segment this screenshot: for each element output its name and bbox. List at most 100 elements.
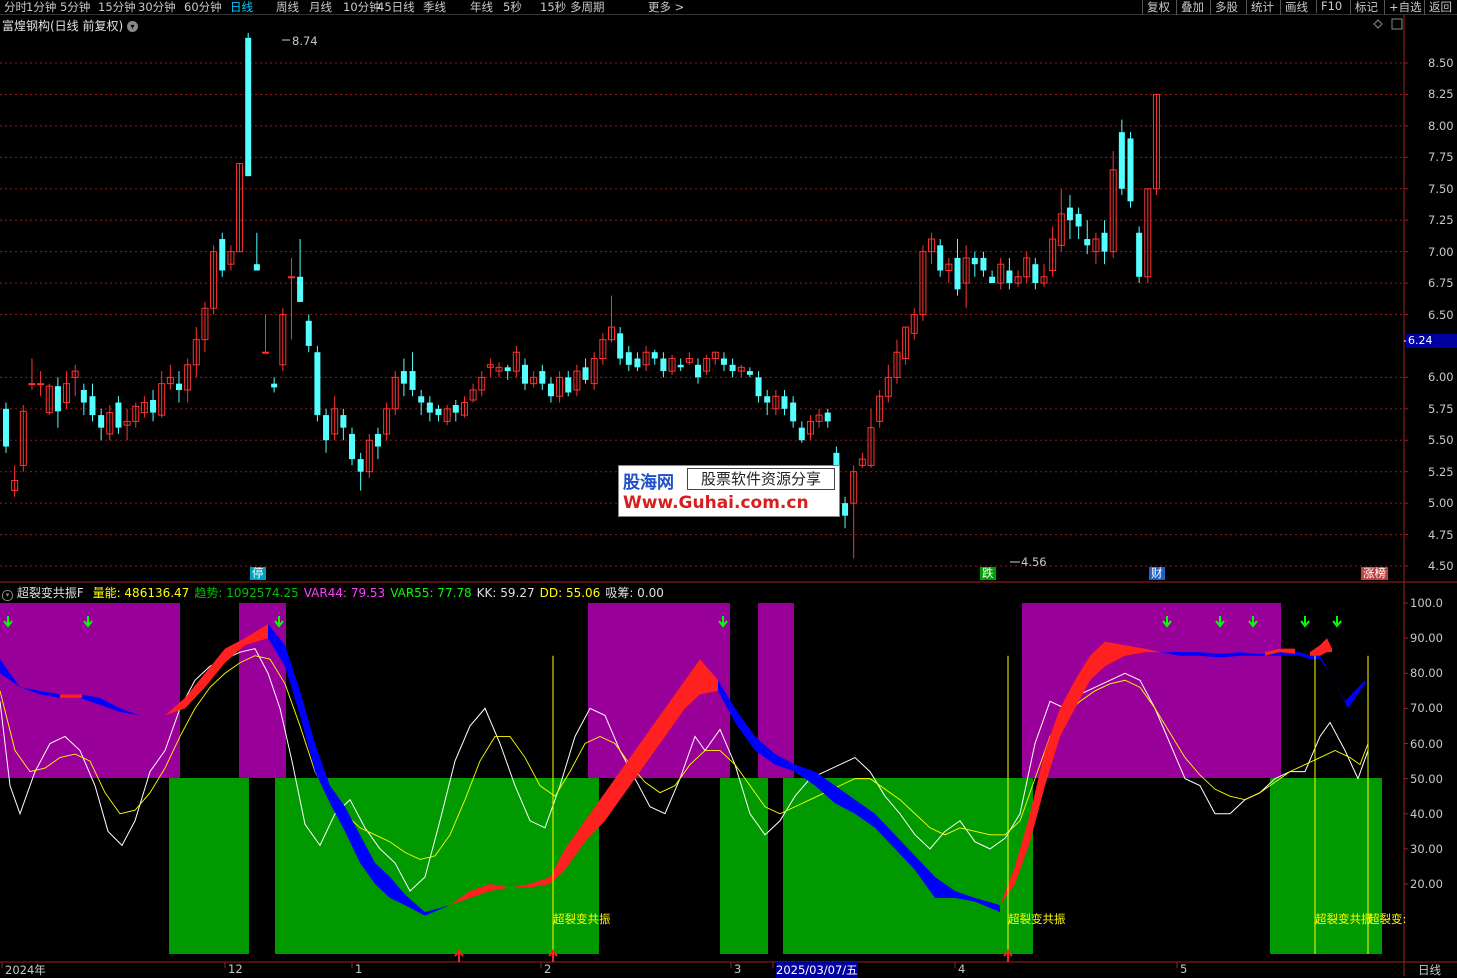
candle-body-down xyxy=(305,320,312,346)
candle-body-down xyxy=(340,415,347,428)
price-axis-label: 8.25 xyxy=(1428,87,1454,102)
indicator-axis-label: 30.00 xyxy=(1410,841,1443,856)
candle-body-down xyxy=(54,386,61,412)
candle-body-down xyxy=(729,364,736,372)
indicator-value-4: KK: 59.27 xyxy=(476,586,535,600)
indicator-axis-label: 100.0 xyxy=(1410,596,1443,610)
candle-body-down xyxy=(746,371,753,375)
candle-body-down xyxy=(271,383,278,388)
price-axis-label: 5.00 xyxy=(1428,496,1454,511)
candle-body-down xyxy=(677,364,684,368)
buy-arrow-down-icon xyxy=(1300,616,1310,628)
green-zone xyxy=(783,778,1033,954)
candle-body-down xyxy=(1075,213,1082,227)
candle-body-down xyxy=(409,371,416,390)
candle-body-down xyxy=(374,433,381,447)
event-badge: 跌 xyxy=(980,566,996,580)
candle-body-down xyxy=(522,364,528,384)
price-axis-label: 7.50 xyxy=(1428,181,1454,196)
signal-label: 超裂变共振 xyxy=(1008,912,1066,926)
candle-body-down xyxy=(1101,232,1108,252)
candle-body-down xyxy=(400,371,407,384)
candle-body-down xyxy=(539,371,546,384)
green-zone xyxy=(1270,778,1382,954)
signal-label: 超裂变: xyxy=(1368,912,1407,926)
candle-body-down xyxy=(954,257,961,290)
candle-body-down xyxy=(253,264,260,271)
candle-body-down xyxy=(1127,138,1134,202)
high-price-label: 8.74 xyxy=(292,34,318,48)
price-axis-label: 5.25 xyxy=(1428,464,1454,479)
price-axis-label: 5.75 xyxy=(1428,401,1454,416)
trend-band-red xyxy=(60,694,82,698)
indicator-axis-label: 60.00 xyxy=(1410,736,1443,751)
candle-body-down xyxy=(937,245,944,271)
indicator-axis-label: 20.00 xyxy=(1410,877,1443,891)
candle-body-down xyxy=(651,352,658,359)
candle-body-down xyxy=(357,459,364,472)
candle-body-down xyxy=(150,400,157,413)
candle-body-down xyxy=(219,239,226,271)
green-zone xyxy=(720,778,768,954)
indicator-value-1: 趋势: 1092574.25 xyxy=(194,586,299,600)
candle-body-down xyxy=(1066,207,1073,221)
candle-body-down xyxy=(1084,239,1091,246)
event-badge: 财 xyxy=(1149,566,1165,580)
candle-body-down xyxy=(720,358,727,365)
candle-body-down xyxy=(660,358,667,372)
date-axis-label: 12 xyxy=(228,962,243,976)
candle-body-up xyxy=(287,276,295,279)
diamond-icon xyxy=(1373,19,1383,29)
indicator-menu-icon[interactable]: ▾ xyxy=(2,590,13,601)
event-badge: 停 xyxy=(250,566,266,580)
purple-zone xyxy=(0,603,180,778)
candle-body-down xyxy=(989,276,996,284)
candle-body-down xyxy=(547,383,554,397)
price-axis-label: 4.50 xyxy=(1428,559,1454,573)
candle-body-down xyxy=(1006,270,1013,284)
indicator-value-0: 量能: 486136.47 xyxy=(92,586,190,600)
price-axis-label: 8.00 xyxy=(1428,118,1454,133)
candle-body-down xyxy=(504,367,511,372)
candle-body-down xyxy=(418,396,425,403)
candle-body-down xyxy=(1032,264,1039,284)
indicator-axis-label: 90.00 xyxy=(1410,631,1443,646)
candle-body-down xyxy=(695,364,701,378)
indicator-axis-label: 80.00 xyxy=(1410,666,1443,681)
event-badge: 涨榜 xyxy=(1361,566,1388,580)
price-axis-label: 7.75 xyxy=(1428,150,1454,165)
price-axis-label: 7.25 xyxy=(1428,213,1454,228)
candle-body-up xyxy=(262,351,269,354)
purple-zone xyxy=(1022,603,1281,778)
candle-body-down xyxy=(582,367,589,380)
buy-arrow-down-icon xyxy=(1332,616,1342,628)
candle-body-down xyxy=(115,402,122,428)
candle-body-down xyxy=(297,276,304,302)
candle-body-down xyxy=(89,396,96,416)
candle-body-down xyxy=(3,408,9,447)
date-axis-label: 5 xyxy=(1180,962,1188,976)
candle-body-down xyxy=(824,412,831,422)
watermark: 股海网 股票软件资源分享 Www.Guhai.com.cn xyxy=(618,465,840,517)
price-axis-label: 7.00 xyxy=(1428,244,1454,259)
candle-body-down xyxy=(349,433,355,460)
candle-body-down xyxy=(98,415,105,428)
candle-body-down xyxy=(452,405,459,413)
candle-body-down xyxy=(755,377,762,397)
watermark-logo: 股海网 xyxy=(623,473,674,493)
date-axis-label: 1 xyxy=(355,962,363,976)
price-axis-label: 4.75 xyxy=(1428,527,1454,542)
current-price-badge: 6.24 xyxy=(1406,334,1457,348)
price-axis-label: 6.50 xyxy=(1428,307,1454,322)
date-axis-label: 4 xyxy=(958,962,966,976)
panel-toggle-icon xyxy=(1391,18,1403,30)
green-zone xyxy=(169,778,249,954)
dropdown-circle-icon[interactable]: ▾ xyxy=(127,21,139,32)
indicator-value-2: VAR44: 79.53 xyxy=(303,586,386,600)
candle-body-down xyxy=(80,389,87,403)
candle-body-down xyxy=(798,427,805,441)
candle-body-down xyxy=(435,408,442,416)
price-axis-label: 6.00 xyxy=(1428,370,1454,385)
indicator-value-6: 吸筹: 0.00 xyxy=(605,586,664,600)
candle-body-down xyxy=(980,257,987,271)
